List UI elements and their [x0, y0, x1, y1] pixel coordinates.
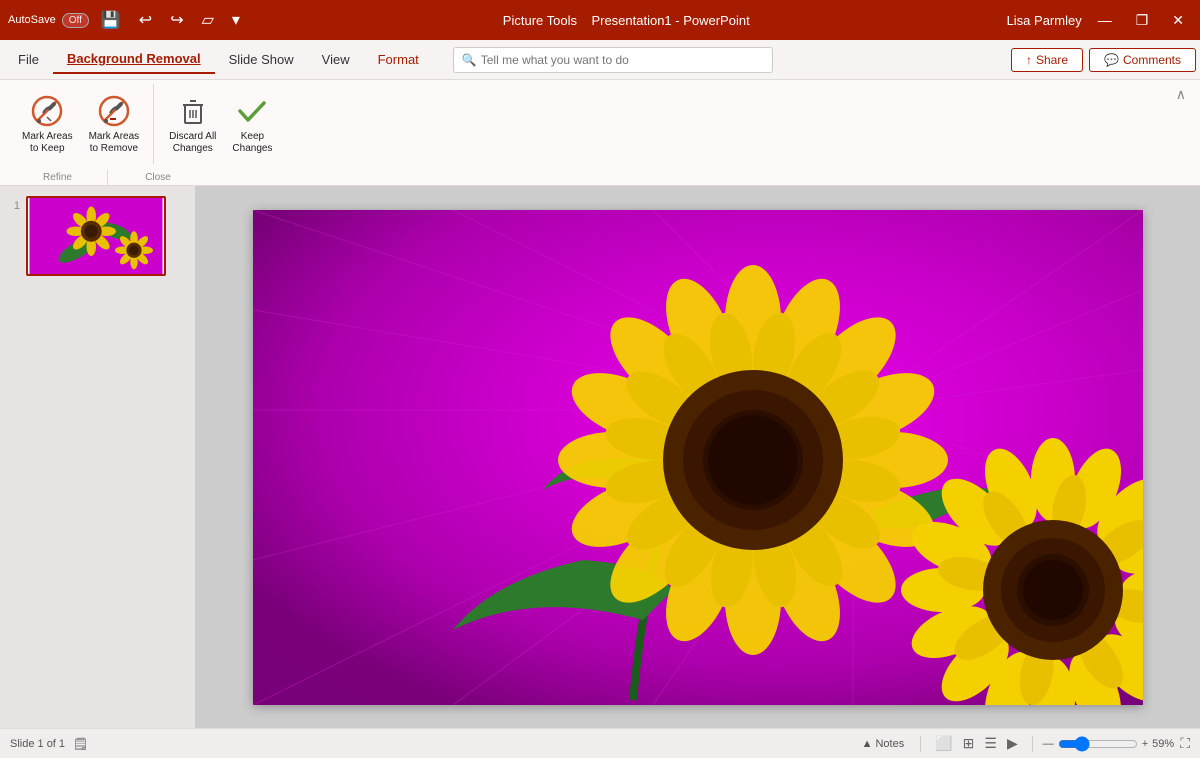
share-label: Share [1036, 53, 1068, 67]
zoom-in-icon: + [1142, 738, 1148, 750]
ribbon-footer: Refine Close [0, 170, 1200, 185]
mark-keep-icon [29, 93, 65, 129]
ribbon-group-close-btns: Discard AllChanges KeepChanges [163, 88, 278, 160]
save-button[interactable]: 💾 [95, 8, 127, 32]
title-bar-left: AutoSave Off 💾 ↩ ↪ ▱ ▾ [8, 8, 246, 32]
keep-button[interactable]: KeepChanges [226, 89, 278, 159]
zoom-bar: — + 59% [1043, 736, 1174, 752]
discard-icon [175, 93, 211, 129]
view-buttons: ⬜ ⊞ ☰ ▶ [931, 733, 1022, 754]
mark-remove-icon [96, 93, 132, 129]
status-separator-1 [920, 736, 921, 752]
tab-background-removal[interactable]: Background Removal [53, 45, 215, 74]
status-bar: Slide 1 of 1 🗒 ▲ Notes ⬜ ⊞ ☰ ▶ — + 59% ⛶ [0, 728, 1200, 758]
ribbon-content: Mark Areasto Keep Mark Ar [0, 80, 1200, 170]
share-button[interactable]: ↑ Share [1011, 48, 1083, 72]
notes-button[interactable]: ▲ Notes [856, 736, 911, 752]
tab-format[interactable]: Format [364, 46, 433, 73]
picture-tools-label: Picture Tools [503, 13, 577, 28]
search-box[interactable]: 🔍 [453, 47, 773, 73]
ribbon-group-close: Discard AllChanges KeepChanges [155, 84, 286, 164]
ribbon-group-refine: Mark Areasto Keep Mark Ar [8, 84, 154, 164]
zoom-slider[interactable] [1058, 736, 1138, 752]
slide-canvas[interactable] [253, 210, 1143, 705]
notes-label: Notes [875, 738, 904, 750]
status-right: ▲ Notes ⬜ ⊞ ☰ ▶ — + 59% ⛶ [856, 733, 1190, 754]
tab-file[interactable]: File [4, 46, 53, 73]
keep-label: KeepChanges [232, 131, 272, 155]
tab-view[interactable]: View [308, 46, 364, 73]
document-title: Presentation1 - PowerPoint [591, 13, 749, 28]
keep-icon [234, 93, 270, 129]
slide-info: Slide 1 of 1 [10, 738, 65, 750]
slide-svg [253, 210, 1143, 705]
presentation-mode-button[interactable]: ▱ [196, 8, 220, 32]
mark-keep-label: Mark Areasto Keep [22, 131, 73, 155]
discard-label: Discard AllChanges [169, 131, 216, 155]
reading-view-button[interactable]: ☰ [980, 733, 1001, 754]
notes-icon: ▲ [862, 738, 873, 750]
zoom-out-icon: — [1043, 738, 1054, 750]
fit-slide-button[interactable]: ⛶ [1180, 735, 1190, 752]
slide-number-1: 1 [6, 200, 20, 212]
autosave-toggle[interactable]: Off [62, 13, 89, 28]
slide-thumb-1[interactable] [26, 196, 166, 276]
slide-item-1[interactable]: 1 [6, 196, 189, 276]
user-name: Lisa Parmley [1007, 13, 1082, 28]
title-bar-right: Lisa Parmley — ❐ ✕ [1007, 10, 1192, 31]
mark-keep-button[interactable]: Mark Areasto Keep [16, 89, 79, 159]
minimize-button[interactable]: — [1090, 10, 1120, 30]
discard-button[interactable]: Discard AllChanges [163, 89, 222, 159]
comments-icon: 💬 [1104, 53, 1119, 67]
comments-label: Comments [1123, 53, 1181, 67]
app-title: Picture Tools Presentation1 - PowerPoint [246, 13, 1007, 28]
ribbon: Mark Areasto Keep Mark Ar [0, 80, 1200, 186]
mark-remove-button[interactable]: Mark Areasto Remove [83, 89, 146, 159]
canvas-area[interactable] [195, 186, 1200, 728]
normal-view-button[interactable]: ⬜ [931, 733, 956, 754]
ribbon-group-refine-btns: Mark Areasto Keep Mark Ar [16, 88, 145, 160]
mark-remove-label: Mark Areasto Remove [89, 131, 140, 155]
search-icon: 🔍 [462, 53, 477, 67]
menu-bar: File Background Removal Slide Show View … [0, 40, 1200, 80]
zoom-level: 59% [1152, 738, 1174, 750]
refine-group-label: Refine [8, 170, 108, 185]
autosave-label: AutoSave [8, 14, 56, 26]
status-left: Slide 1 of 1 🗒 [10, 737, 88, 751]
ribbon-collapse-button[interactable]: ∧ [1170, 84, 1192, 105]
title-bar: AutoSave Off 💾 ↩ ↪ ▱ ▾ Picture Tools Pre… [0, 0, 1200, 40]
slide-notes-icon: 🗒 [73, 737, 88, 751]
close-group-label: Close [108, 170, 208, 185]
redo-button[interactable]: ↪ [164, 8, 189, 32]
status-separator-2 [1032, 736, 1033, 752]
share-icon: ↑ [1026, 53, 1032, 67]
restore-button[interactable]: ❐ [1128, 10, 1157, 31]
workspace: 1 [0, 186, 1200, 728]
comments-button[interactable]: 💬 Comments [1089, 48, 1196, 72]
close-button[interactable]: ✕ [1164, 10, 1192, 31]
search-input[interactable] [481, 53, 764, 67]
grid-view-button[interactable]: ⊞ [959, 733, 979, 754]
slideshow-view-button[interactable]: ▶ [1003, 733, 1022, 754]
customize-button[interactable]: ▾ [226, 8, 246, 32]
slide-thumb-svg [28, 198, 164, 274]
slide-panel: 1 [0, 186, 195, 728]
undo-button[interactable]: ↩ [133, 8, 158, 32]
tab-slide-show[interactable]: Slide Show [215, 46, 308, 73]
